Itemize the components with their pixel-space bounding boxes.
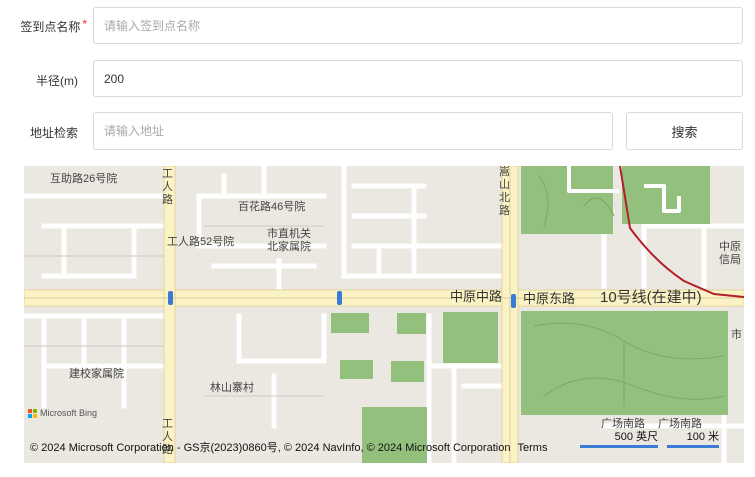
- radius-input[interactable]: [93, 60, 743, 97]
- map-label: 市直机关: [267, 228, 311, 240]
- map-label: 工人路: [162, 168, 173, 206]
- map-label: 建校家属院: [69, 368, 124, 380]
- copyright-text: © 2024 Microsoft Corporation - GS京(2023)…: [30, 442, 511, 454]
- terms-link[interactable]: Terms: [518, 442, 548, 454]
- name-label-text: 签到点名称: [20, 20, 81, 34]
- microsoft-logo-icon: [28, 408, 37, 418]
- map-label: 互助路26号院: [50, 173, 118, 185]
- map-label: 百花路46号院: [238, 201, 306, 213]
- address-label: 地址检索: [29, 126, 78, 140]
- bing-text: Microsoft Bing: [40, 408, 98, 418]
- search-button[interactable]: 搜索: [626, 112, 743, 150]
- scale-imperial: 500 英尺: [580, 428, 658, 448]
- map-copyright: © 2024 Microsoft Corporation - GS京(2023)…: [30, 439, 547, 455]
- map-label: 中原: [719, 241, 741, 253]
- name-input[interactable]: [93, 7, 743, 44]
- map-label: 北家属院: [267, 241, 311, 253]
- required-mark: *: [82, 17, 87, 31]
- scale-metric-bar: [667, 445, 719, 448]
- name-row: 签到点名称 *: [0, 7, 755, 44]
- map-label: 信局: [719, 254, 741, 266]
- address-row: 地址检索 搜索: [0, 112, 755, 150]
- scale-metric: 100 米: [667, 428, 719, 448]
- map-label: 工人路52号院: [167, 236, 235, 248]
- radius-label: 半径(m): [36, 74, 78, 88]
- map-label: 市: [731, 329, 742, 341]
- map-view[interactable]: 互助路26号院 工人路 百花路46号院 工人路52号院 市直机关 北家属院 嵩山…: [24, 166, 744, 463]
- scale-metric-text: 100 米: [686, 431, 719, 443]
- map-label: 林山寨村: [210, 382, 254, 394]
- map-label: 中原中路: [450, 289, 503, 304]
- radius-row: 半径(m): [0, 60, 755, 97]
- map-label: 中原东路: [523, 291, 576, 306]
- map-label: 嵩山北路: [499, 166, 510, 217]
- address-input[interactable]: [93, 112, 613, 150]
- name-label: 签到点名称 *: [20, 17, 87, 35]
- bing-logo: Microsoft Bing: [28, 408, 97, 418]
- scale-imperial-text: 500 英尺: [614, 431, 658, 443]
- scale-imperial-bar: [580, 445, 658, 448]
- map-label: 10号线(在建中): [600, 289, 702, 306]
